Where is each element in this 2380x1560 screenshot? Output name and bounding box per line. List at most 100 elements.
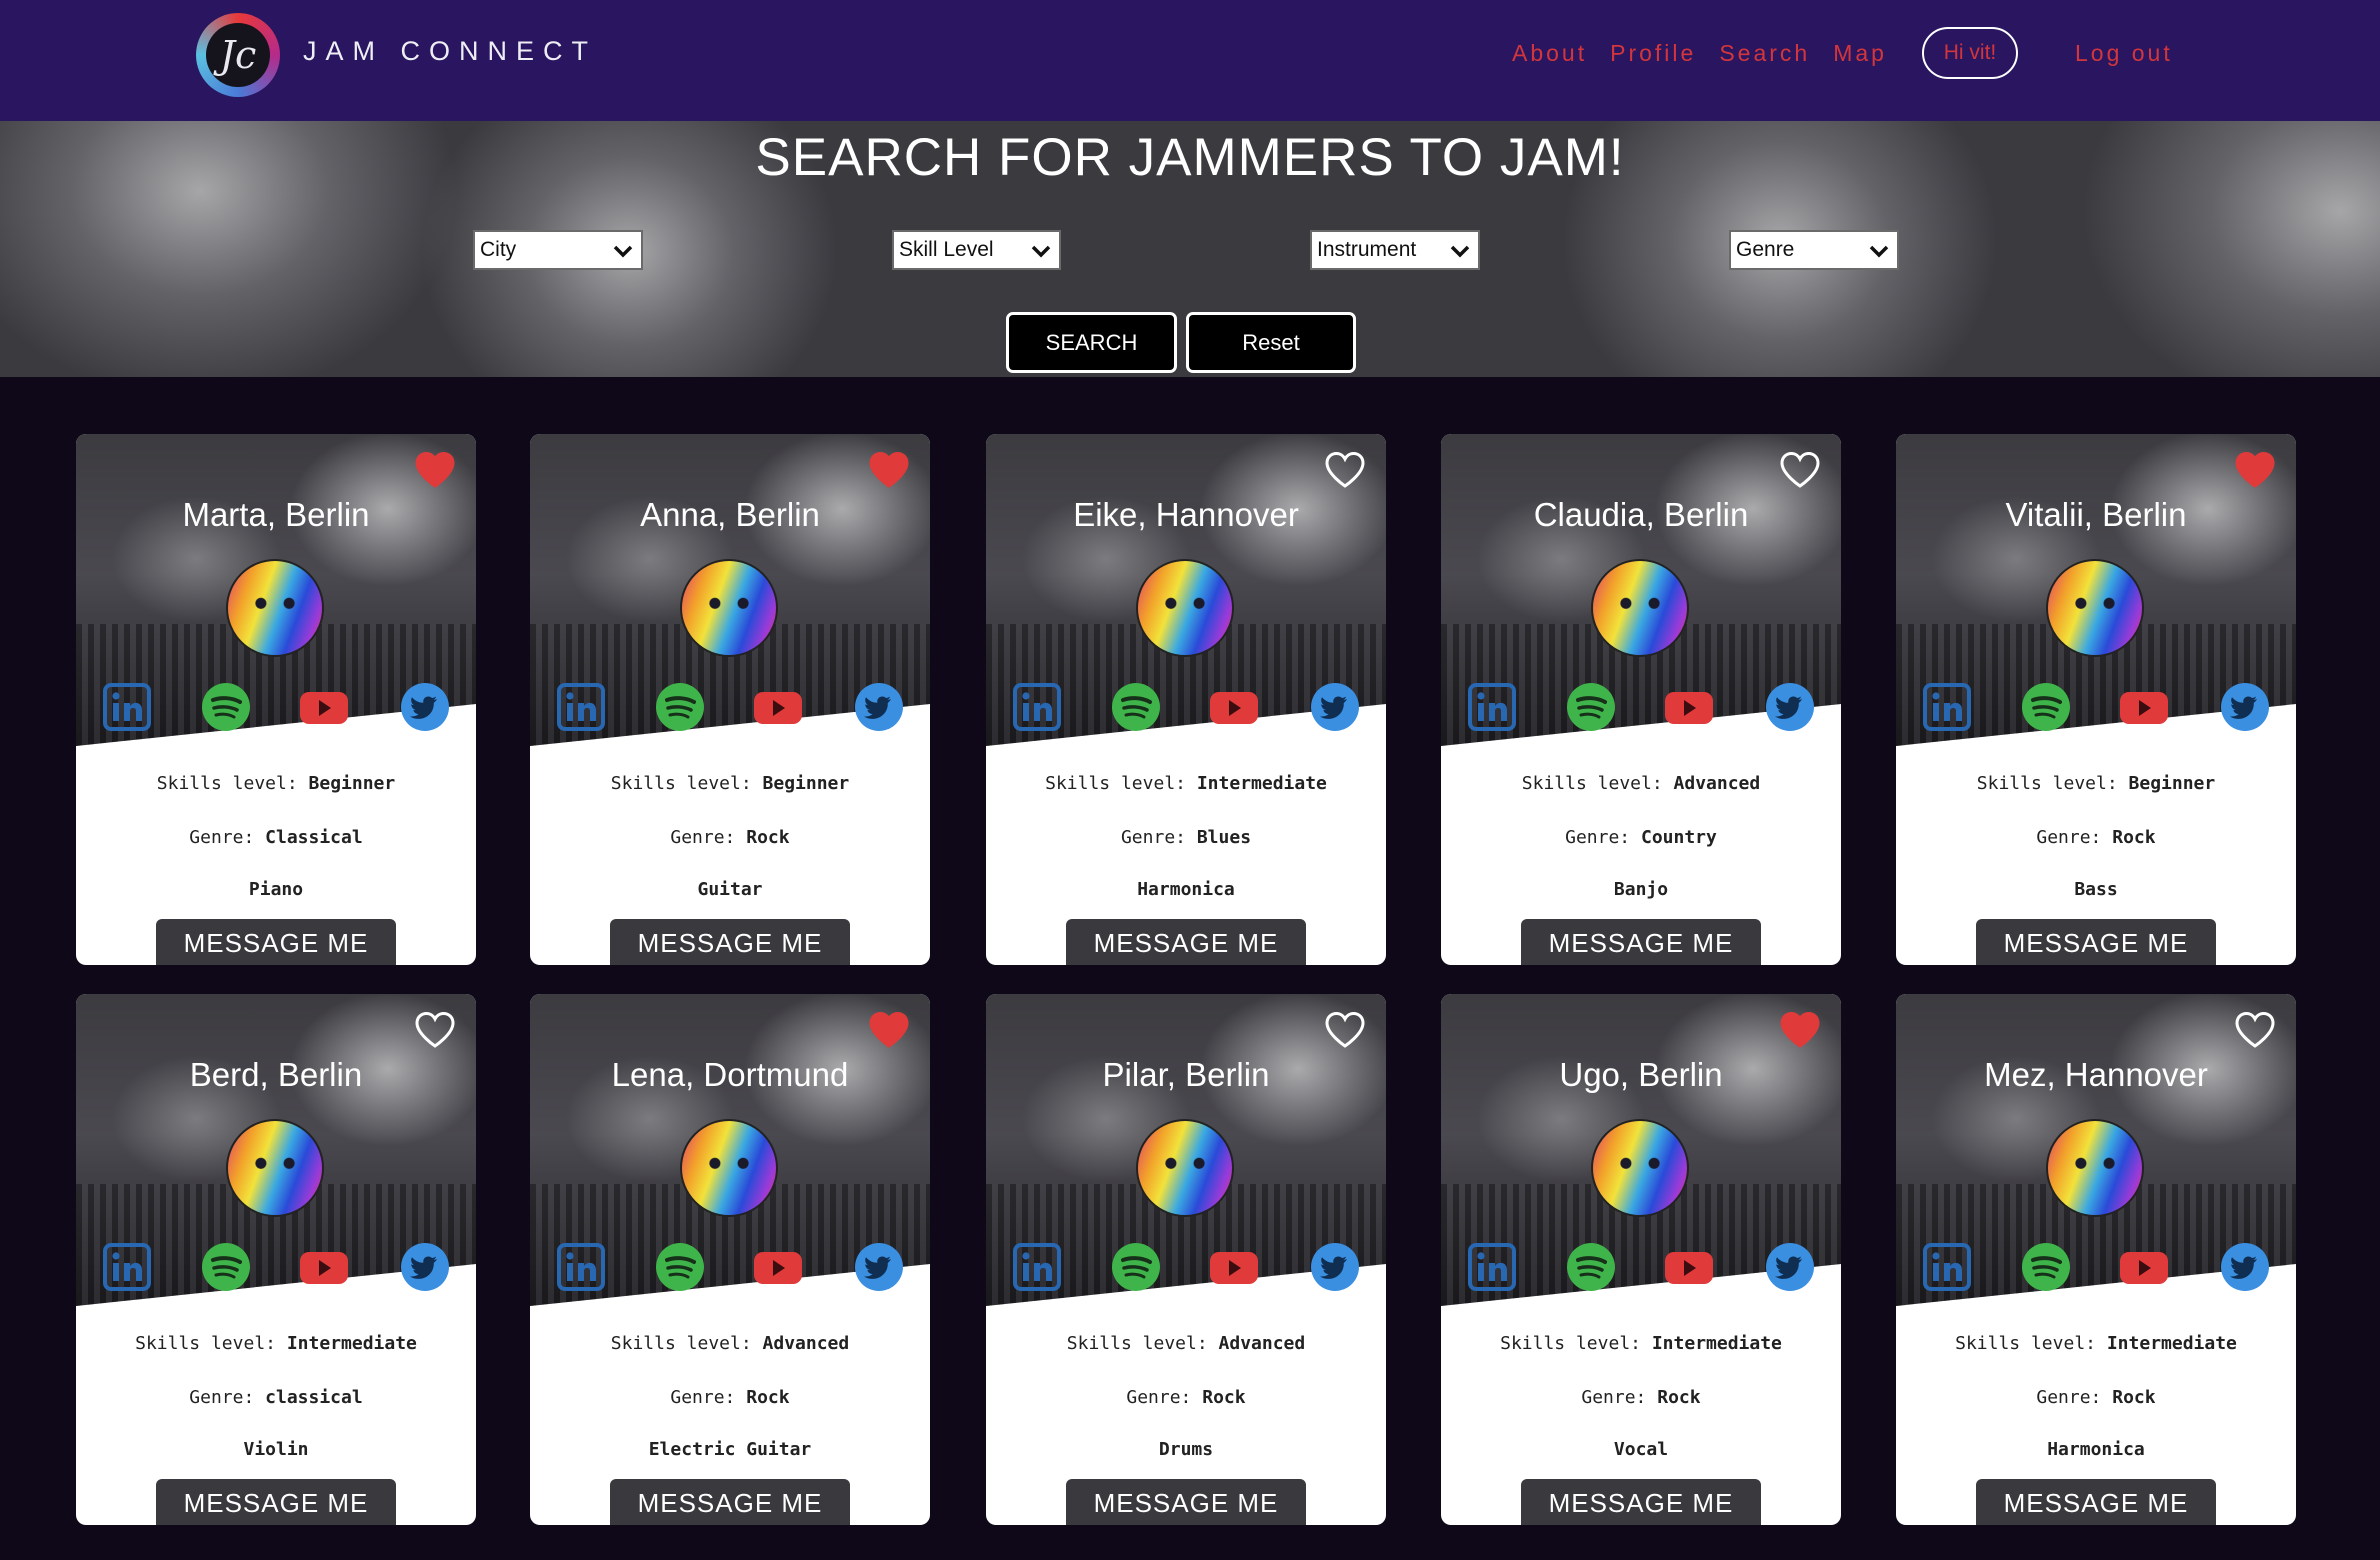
reset-button[interactable]: Reset bbox=[1186, 312, 1356, 373]
message-me-button[interactable]: MESSAGE ME bbox=[1976, 1479, 2216, 1525]
spotify-icon[interactable] bbox=[1566, 1242, 1616, 1292]
favorite-heart-icon[interactable] bbox=[868, 451, 910, 489]
linkedin-icon[interactable] bbox=[556, 1242, 606, 1292]
linkedin-icon[interactable] bbox=[1922, 682, 1972, 732]
twitter-icon[interactable] bbox=[1765, 1242, 1815, 1292]
linkedin-icon[interactable] bbox=[1922, 1242, 1972, 1292]
linkedin-icon[interactable] bbox=[102, 682, 152, 732]
avatar[interactable] bbox=[680, 559, 778, 657]
nav-link-search[interactable]: Search bbox=[1719, 40, 1810, 67]
youtube-icon[interactable] bbox=[2119, 682, 2169, 732]
youtube-icon[interactable] bbox=[1209, 682, 1259, 732]
jam-connect-logo-icon[interactable]: Jc bbox=[196, 13, 280, 97]
linkedin-icon[interactable] bbox=[1012, 1242, 1062, 1292]
twitter-icon[interactable] bbox=[2220, 1242, 2270, 1292]
jammer-card: Berd, Berlin Skills level: Intermediate … bbox=[76, 994, 476, 1525]
linkedin-icon[interactable] bbox=[102, 1242, 152, 1292]
user-greeting-button[interactable]: Hi vit! bbox=[1922, 27, 2018, 79]
skill-level-value: Advanced bbox=[1673, 773, 1761, 794]
avatar[interactable] bbox=[1136, 1119, 1234, 1217]
skill-level-select[interactable]: Skill Level bbox=[892, 230, 1061, 270]
message-me-button[interactable]: MESSAGE ME bbox=[156, 1479, 396, 1525]
twitter-icon[interactable] bbox=[854, 1242, 904, 1292]
city-select[interactable]: City bbox=[473, 230, 643, 270]
favorite-heart-icon[interactable] bbox=[1779, 1011, 1821, 1049]
favorite-heart-icon[interactable] bbox=[2234, 1011, 2276, 1049]
message-me-button[interactable]: MESSAGE ME bbox=[1521, 1479, 1761, 1525]
avatar[interactable] bbox=[1591, 559, 1689, 657]
spotify-icon[interactable] bbox=[655, 1242, 705, 1292]
spotify-icon[interactable] bbox=[2021, 1242, 2071, 1292]
spotify-icon[interactable] bbox=[1566, 682, 1616, 732]
youtube-icon[interactable] bbox=[1664, 1242, 1714, 1292]
favorite-heart-icon[interactable] bbox=[414, 451, 456, 489]
favorite-heart-icon[interactable] bbox=[1324, 451, 1366, 489]
youtube-icon[interactable] bbox=[299, 682, 349, 732]
message-me-button[interactable]: MESSAGE ME bbox=[1976, 919, 2216, 965]
message-me-button[interactable]: MESSAGE ME bbox=[610, 1479, 850, 1525]
twitter-icon[interactable] bbox=[854, 682, 904, 732]
linkedin-icon[interactable] bbox=[1467, 1242, 1517, 1292]
genre-value: Rock bbox=[1657, 1387, 1701, 1408]
youtube-icon[interactable] bbox=[299, 1242, 349, 1292]
message-me-button[interactable]: MESSAGE ME bbox=[1066, 1479, 1306, 1525]
favorite-heart-icon[interactable] bbox=[1779, 451, 1821, 489]
spotify-icon[interactable] bbox=[1111, 682, 1161, 732]
favorite-heart-icon[interactable] bbox=[868, 1011, 910, 1049]
brand-name[interactable]: JAM CONNECT bbox=[303, 36, 597, 67]
avatar[interactable] bbox=[680, 1119, 778, 1217]
twitter-icon[interactable] bbox=[1310, 682, 1360, 732]
message-me-button[interactable]: MESSAGE ME bbox=[156, 919, 396, 965]
card-name: Lena, Dortmund bbox=[611, 1056, 849, 1093]
youtube-icon[interactable] bbox=[753, 682, 803, 732]
search-button[interactable]: SEARCH bbox=[1006, 312, 1177, 373]
spotify-icon[interactable] bbox=[655, 682, 705, 732]
skill-level-value: Advanced bbox=[762, 1333, 850, 1354]
instrument-select[interactable]: Instrument bbox=[1310, 230, 1480, 270]
nav-link-profile[interactable]: Profile bbox=[1610, 40, 1696, 67]
genre-text: Genre: Rock bbox=[530, 1387, 930, 1408]
spotify-icon[interactable] bbox=[1111, 1242, 1161, 1292]
youtube-icon[interactable] bbox=[1664, 682, 1714, 732]
twitter-icon[interactable] bbox=[1310, 1242, 1360, 1292]
youtube-icon[interactable] bbox=[753, 1242, 803, 1292]
page-title: SEARCH FOR JAMMERS TO JAM! bbox=[755, 128, 1625, 187]
youtube-icon[interactable] bbox=[1209, 1242, 1259, 1292]
logout-link[interactable]: Log out bbox=[2075, 40, 2173, 67]
spotify-icon[interactable] bbox=[201, 682, 251, 732]
youtube-icon[interactable] bbox=[2119, 1242, 2169, 1292]
linkedin-icon[interactable] bbox=[1012, 682, 1062, 732]
genre-label: Genre: bbox=[1120, 827, 1186, 848]
genre-label: Genre: bbox=[189, 1387, 255, 1408]
skill-level-value: Beginner bbox=[762, 773, 850, 794]
genre-value: Rock bbox=[2112, 1387, 2156, 1408]
linkedin-icon[interactable] bbox=[556, 682, 606, 732]
genre-label: Genre: bbox=[1565, 827, 1631, 848]
avatar[interactable] bbox=[226, 1119, 324, 1217]
twitter-icon[interactable] bbox=[400, 1242, 450, 1292]
genre-text: Genre: Country bbox=[1441, 827, 1841, 848]
nav-link-about[interactable]: About bbox=[1512, 40, 1587, 67]
nav-link-map[interactable]: Map bbox=[1833, 40, 1887, 67]
avatar[interactable] bbox=[226, 559, 324, 657]
twitter-icon[interactable] bbox=[400, 682, 450, 732]
avatar[interactable] bbox=[2046, 1119, 2144, 1217]
skill-label: Skills level: bbox=[156, 773, 298, 794]
spotify-icon[interactable] bbox=[2021, 682, 2071, 732]
avatar[interactable] bbox=[1136, 559, 1234, 657]
favorite-heart-icon[interactable] bbox=[2234, 451, 2276, 489]
message-me-button[interactable]: MESSAGE ME bbox=[1521, 919, 1761, 965]
linkedin-icon[interactable] bbox=[1467, 682, 1517, 732]
message-me-button[interactable]: MESSAGE ME bbox=[610, 919, 850, 965]
twitter-icon[interactable] bbox=[2220, 682, 2270, 732]
favorite-heart-icon[interactable] bbox=[1324, 1011, 1366, 1049]
twitter-icon[interactable] bbox=[1765, 682, 1815, 732]
genre-value: Rock bbox=[746, 827, 790, 848]
favorite-heart-icon[interactable] bbox=[414, 1011, 456, 1049]
spotify-icon[interactable] bbox=[201, 1242, 251, 1292]
genre-select[interactable]: Genre bbox=[1729, 230, 1899, 270]
jammer-card: Marta, Berlin Skills level: Beginner Gen… bbox=[76, 434, 476, 965]
avatar[interactable] bbox=[1591, 1119, 1689, 1217]
message-me-button[interactable]: MESSAGE ME bbox=[1066, 919, 1306, 965]
avatar[interactable] bbox=[2046, 559, 2144, 657]
